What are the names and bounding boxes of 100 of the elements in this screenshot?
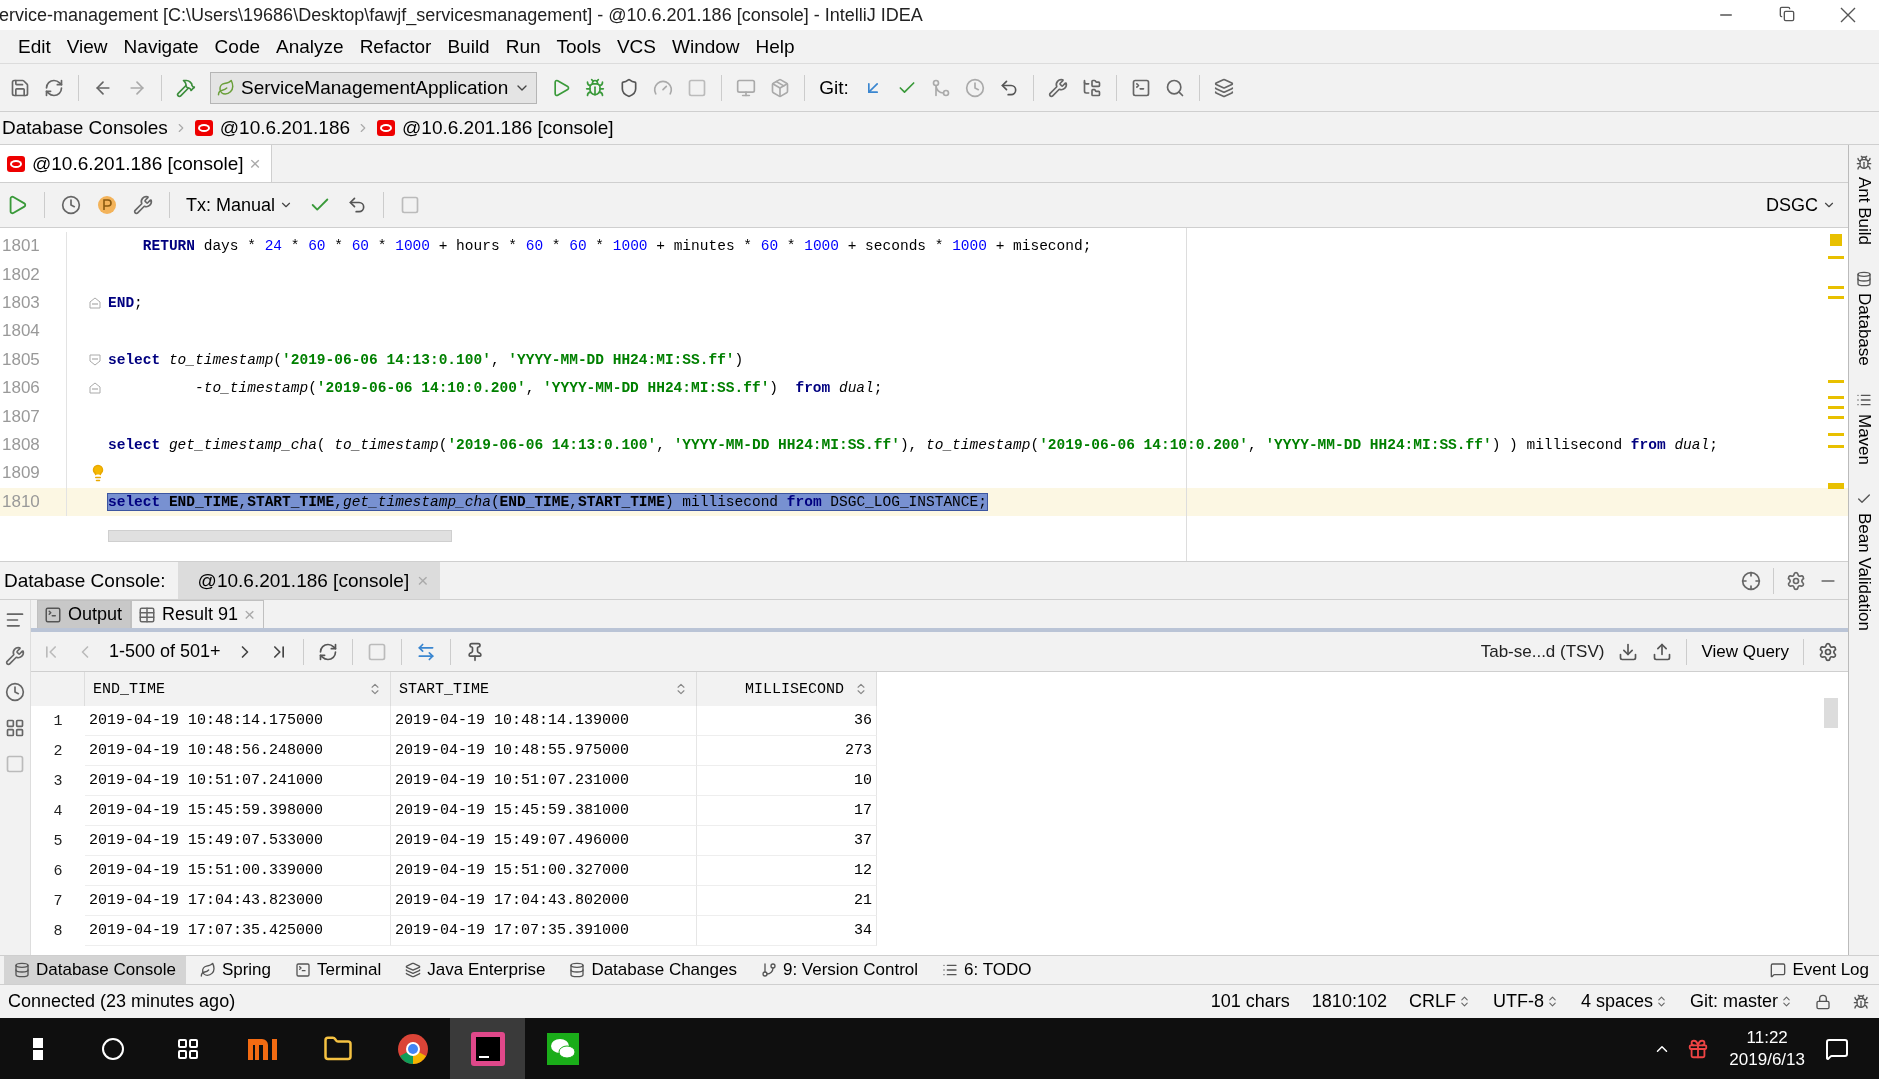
wrench-icon[interactable] (5, 646, 25, 666)
settings-icon[interactable] (1818, 641, 1838, 662)
database-icon (6, 154, 26, 173)
export-format-dropdown[interactable]: Tab-se...d (TSV) (1480, 641, 1605, 662)
row-number: 7 (52, 891, 64, 912)
menu-item[interactable]: Edit (10, 35, 59, 58)
layout-icon[interactable] (5, 718, 25, 738)
save-icon[interactable] (10, 77, 30, 98)
table-cell: 12 (697, 856, 877, 886)
column-header[interactable]: END_TIME (85, 672, 391, 706)
menu-item[interactable]: VCS (608, 35, 664, 58)
search-icon[interactable] (100, 1036, 125, 1061)
console-tab[interactable]: @10.6.201.186 [console] × (177, 562, 441, 599)
status-item[interactable]: 4 spaces (1580, 991, 1668, 1012)
menu-item[interactable]: Run (497, 35, 549, 58)
leaf-icon (217, 78, 235, 97)
menu-item[interactable]: Tools (548, 35, 609, 58)
transaction-mode-dropdown[interactable]: Tx: Manual (186, 194, 294, 216)
status-item[interactable]: CRLF (1408, 991, 1471, 1012)
tool-window-tab[interactable]: 6: TODO (932, 956, 1042, 984)
breadcrumb-item[interactable]: Database Consoles (2, 117, 168, 139)
tool-window-tab[interactable]: Database Console (4, 956, 186, 984)
breadcrumb-item[interactable]: @10.6.201.186 [console] (402, 117, 614, 139)
side-tool-tab[interactable]: Ant Build (1854, 177, 1874, 246)
menu-item[interactable]: Code (206, 35, 268, 58)
run-icon[interactable] (551, 77, 572, 98)
menu-item[interactable]: Refactor (351, 35, 440, 58)
align-icon[interactable] (5, 610, 25, 630)
project-structure-icon[interactable] (1081, 77, 1102, 98)
side-tool-tab[interactable]: Bean Validation (1854, 512, 1874, 631)
column-header[interactable]: START_TIME (391, 672, 697, 706)
line-number: 1804 (1, 321, 41, 342)
database-icon (1856, 271, 1872, 288)
notifications-icon[interactable] (1825, 1036, 1849, 1061)
tool-window-tab[interactable]: Terminal (285, 956, 392, 984)
side-tool-tab[interactable]: Database (1854, 293, 1874, 366)
code-editor[interactable] (0, 228, 1848, 562)
menu-item[interactable]: Help (747, 35, 803, 58)
reload-icon[interactable] (317, 641, 338, 662)
gift-icon[interactable] (1687, 1037, 1710, 1060)
table-cell: 2019-04-19 17:07:35.425000 (85, 916, 391, 946)
task-view-icon[interactable] (175, 1036, 200, 1061)
close-icon[interactable] (1839, 6, 1857, 24)
line-number: 1809 (1, 463, 41, 484)
debug-icon[interactable] (585, 77, 606, 98)
revert-icon[interactable] (998, 77, 1019, 98)
status-item[interactable]: UTF-8 (1492, 991, 1559, 1012)
settings-icon[interactable] (1786, 570, 1806, 591)
inspector-icon[interactable] (1853, 993, 1869, 1010)
schema-dropdown[interactable]: DSGC (1766, 194, 1836, 216)
scrollbar[interactable] (1824, 698, 1838, 728)
editor-tab[interactable]: @10.6.201.186 [console] × (0, 145, 272, 182)
event-log-tab[interactable]: Event Log (1760, 956, 1879, 984)
result-tab[interactable]: Output (37, 600, 132, 628)
tool-window-tab[interactable]: Database Changes (559, 956, 747, 984)
chat-app-icon[interactable] (546, 1032, 579, 1065)
menu-item[interactable]: Analyze (268, 35, 352, 58)
table-cell: 2019-04-19 15:51:00.339000 (85, 856, 391, 886)
hammer-icon[interactable] (176, 77, 196, 98)
ide-icon[interactable] (470, 1031, 505, 1066)
menu-item[interactable]: Build (439, 35, 498, 58)
history-icon[interactable] (61, 195, 81, 215)
page-range[interactable]: 1-500 of 501+ (109, 641, 221, 662)
git-label: Git: (819, 76, 849, 99)
browser-icon[interactable] (396, 1032, 429, 1065)
line-number: 1801 (1, 236, 41, 257)
crosshair-icon[interactable] (1741, 570, 1761, 591)
start-icon[interactable] (32, 1037, 43, 1060)
row-number: 2 (52, 741, 64, 762)
restore-icon[interactable] (1779, 6, 1795, 22)
tool-window-tab[interactable]: Java Enterprise (395, 956, 556, 984)
tool-window-icon (14, 962, 30, 978)
breadcrumb-item[interactable]: @10.6.201.186 (219, 117, 351, 139)
settings-icon[interactable] (1047, 77, 1068, 98)
layers-icon[interactable] (1213, 77, 1234, 98)
tool-window-tab[interactable]: Spring (189, 956, 281, 984)
lock-icon[interactable] (1815, 993, 1831, 1010)
column-header[interactable]: MILLISECOND (697, 672, 877, 706)
menu-item[interactable]: Navigate (115, 35, 207, 58)
table-cell: 21 (697, 886, 877, 916)
table-cell: 2019-04-19 17:04:43.802000 (391, 886, 697, 916)
download-icon[interactable] (1618, 641, 1639, 662)
view-query-button[interactable]: View Query (1701, 641, 1789, 662)
result-tab[interactable]: Result 91 × (131, 600, 265, 628)
scrollbar[interactable] (108, 529, 452, 542)
upload-icon[interactable] (1652, 641, 1673, 662)
run-configuration-dropdown[interactable]: ServiceManagementApplication (210, 71, 538, 104)
menu-item[interactable]: View (58, 35, 116, 58)
tool-window-tab[interactable]: 9: Version Control (750, 956, 929, 984)
table-icon (138, 605, 157, 624)
parameter-icon[interactable] (97, 195, 117, 215)
side-tool-tab[interactable]: Maven (1854, 413, 1874, 465)
sync-icon[interactable] (44, 77, 64, 98)
status-item[interactable]: Git: master (1690, 991, 1793, 1012)
menu-item[interactable]: Window (664, 35, 748, 58)
clock-icon[interactable] (5, 682, 25, 702)
tool-window-icon (295, 962, 311, 978)
terminal-icon[interactable] (1130, 77, 1151, 98)
coverage-icon[interactable] (619, 77, 640, 98)
settings-icon[interactable] (133, 195, 153, 215)
